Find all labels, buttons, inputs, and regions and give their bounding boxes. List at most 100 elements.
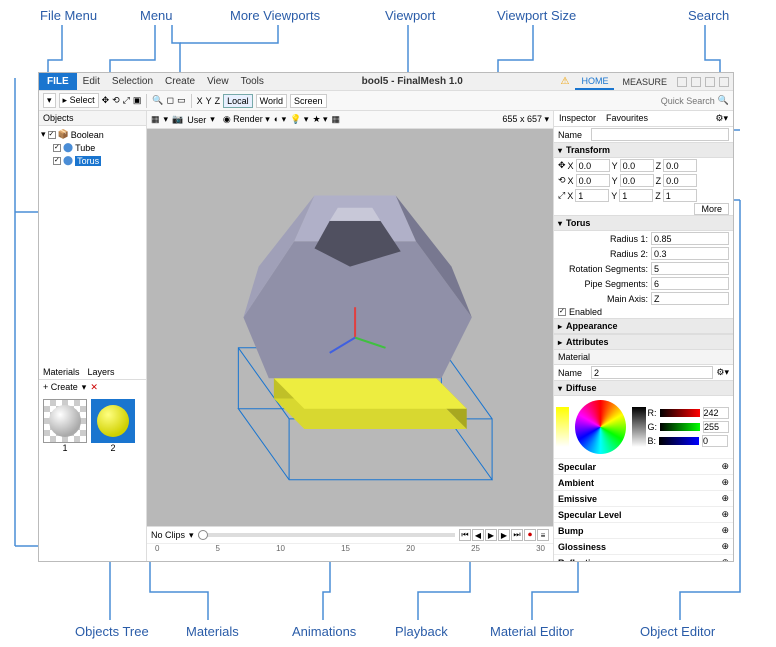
inspector-tab[interactable]: Inspector bbox=[554, 111, 601, 126]
reflection-section[interactable]: Reflection⊕ bbox=[554, 554, 733, 561]
search-input[interactable] bbox=[635, 96, 715, 106]
material-title: Material bbox=[554, 350, 733, 365]
enabled-checkbox[interactable] bbox=[558, 308, 566, 316]
axis-z-icon[interactable]: Z bbox=[215, 96, 221, 106]
pos-x[interactable] bbox=[576, 159, 610, 172]
torus-section[interactable]: ▾Torus bbox=[554, 215, 733, 231]
g-input[interactable] bbox=[703, 421, 729, 433]
delete-material-icon[interactable]: ✕ bbox=[90, 382, 98, 393]
tab-home[interactable]: HOME bbox=[575, 74, 614, 90]
pos-y[interactable] bbox=[620, 159, 654, 172]
rot-z[interactable] bbox=[663, 174, 697, 187]
axis-input[interactable] bbox=[651, 292, 729, 305]
pin-icon[interactable] bbox=[677, 77, 687, 87]
rot-y[interactable] bbox=[620, 174, 654, 187]
camera-icon[interactable]: 📷 bbox=[172, 114, 183, 125]
scl-x[interactable] bbox=[575, 189, 609, 202]
viewport-layout-icon[interactable]: ▦ bbox=[151, 114, 160, 125]
rotseg-input[interactable] bbox=[651, 262, 729, 275]
color-wheel[interactable] bbox=[575, 400, 626, 454]
menu-edit[interactable]: Edit bbox=[77, 76, 106, 87]
min-icon[interactable] bbox=[691, 77, 701, 87]
emissive-section[interactable]: Emissive⊕ bbox=[554, 490, 733, 506]
axis-y-icon[interactable]: Y bbox=[206, 96, 212, 106]
timeline-menu-icon[interactable]: ≡ bbox=[537, 529, 549, 541]
clips-label[interactable]: No Clips bbox=[151, 530, 185, 540]
ambient-section[interactable]: Ambient⊕ bbox=[554, 474, 733, 490]
bump-section[interactable]: Bump⊕ bbox=[554, 522, 733, 538]
viewport-menu-icon[interactable]: ▾ bbox=[164, 114, 169, 125]
user-view-button[interactable]: User bbox=[187, 115, 206, 125]
menu-selection[interactable]: Selection bbox=[106, 76, 159, 87]
object-name-input[interactable] bbox=[591, 128, 729, 141]
next-frame-icon[interactable]: ▶ bbox=[498, 529, 510, 541]
tab-measure[interactable]: MEASURE bbox=[616, 75, 673, 89]
zoom-fit-icon[interactable]: ◻ bbox=[167, 95, 174, 106]
layers-tab[interactable]: Layers bbox=[84, 365, 119, 379]
render-button[interactable]: ◉ Render ▾ bbox=[223, 114, 270, 125]
coord-world[interactable]: World bbox=[256, 94, 287, 108]
speclevel-section[interactable]: Specular Level⊕ bbox=[554, 506, 733, 522]
pipeseg-input[interactable] bbox=[651, 277, 729, 290]
b-input[interactable] bbox=[702, 435, 728, 447]
prev-frame-icon[interactable]: ◀ bbox=[472, 529, 484, 541]
file-menu[interactable]: FILE bbox=[39, 73, 77, 90]
timeline-ruler[interactable]: 051015202530 bbox=[147, 543, 553, 561]
glossiness-section[interactable]: Glossiness⊕ bbox=[554, 538, 733, 554]
scl-z[interactable] bbox=[663, 189, 697, 202]
transform-section[interactable]: ▾Transform bbox=[554, 142, 733, 158]
light-icon[interactable]: 💡 ▾ bbox=[290, 114, 308, 125]
appearance-section[interactable]: ▸Appearance bbox=[554, 318, 733, 334]
dropdown-icon[interactable]: ▾ bbox=[43, 93, 56, 108]
magnify-icon[interactable]: 🔍 bbox=[152, 95, 163, 106]
more-button[interactable]: More bbox=[694, 203, 729, 215]
radius1-input[interactable] bbox=[651, 232, 729, 245]
record-icon[interactable]: ⏺ bbox=[524, 529, 536, 541]
viewport[interactable] bbox=[147, 129, 553, 526]
goto-start-icon[interactable]: ⏮ bbox=[459, 529, 471, 541]
viewport-size: 655 x 657 ▾ bbox=[502, 114, 549, 125]
rot-x[interactable] bbox=[576, 174, 610, 187]
move-icon[interactable]: ✥ bbox=[102, 95, 110, 106]
specular-section[interactable]: Specular⊕ bbox=[554, 458, 733, 474]
menu-create[interactable]: Create bbox=[159, 76, 201, 87]
rotate-gizmo-icon[interactable]: ⟲ bbox=[558, 175, 566, 186]
gear-icon[interactable]: ⚙▾ bbox=[710, 111, 733, 126]
favourites-tab[interactable]: Favourites bbox=[601, 111, 653, 126]
r-input[interactable] bbox=[703, 407, 729, 419]
zoom-region-icon[interactable]: ▭ bbox=[177, 95, 186, 106]
shade-icon[interactable]: ◐ ▾ bbox=[274, 114, 286, 125]
goto-end-icon[interactable]: ⏭ bbox=[511, 529, 523, 541]
scale-icon[interactable]: ⤢ bbox=[123, 95, 130, 106]
menu-tools[interactable]: Tools bbox=[235, 76, 270, 87]
menu-view[interactable]: View bbox=[201, 76, 235, 87]
tool-icon[interactable]: ▣ bbox=[133, 95, 142, 106]
materials-tab[interactable]: Materials bbox=[39, 365, 84, 379]
select-button[interactable]: ▸ Select bbox=[59, 93, 99, 108]
objects-tree[interactable]: ▾📦Boolean ⬤Tube ⬤Torus bbox=[39, 126, 146, 169]
timeline-slider[interactable] bbox=[198, 533, 455, 537]
scale-gizmo-icon[interactable]: ⤢ bbox=[558, 190, 565, 201]
radius2-input[interactable] bbox=[651, 247, 729, 260]
max-icon[interactable] bbox=[705, 77, 715, 87]
coord-screen[interactable]: Screen bbox=[290, 94, 327, 108]
grid-icon[interactable]: ▦ bbox=[332, 114, 341, 125]
attributes-section[interactable]: ▸Attributes bbox=[554, 334, 733, 350]
material-1[interactable]: 1 bbox=[43, 399, 87, 453]
move-gizmo-icon[interactable]: ✥ bbox=[558, 160, 566, 171]
close-icon[interactable] bbox=[719, 77, 729, 87]
axis-x-icon[interactable]: X bbox=[197, 96, 203, 106]
menubar: FILE Edit Selection Create View Tools bo… bbox=[39, 73, 733, 91]
star-icon[interactable]: ★ ▾ bbox=[312, 114, 327, 125]
play-icon[interactable]: ▶ bbox=[485, 529, 497, 541]
scl-y[interactable] bbox=[619, 189, 653, 202]
rotate-icon[interactable]: ⟲ bbox=[112, 95, 120, 106]
diffuse-section[interactable]: ▾Diffuse bbox=[554, 380, 733, 396]
create-material-button[interactable]: + Create bbox=[43, 382, 78, 393]
search-icon[interactable]: 🔍 bbox=[718, 95, 729, 106]
material-name-input[interactable] bbox=[591, 366, 713, 379]
material-2[interactable]: 2 bbox=[91, 399, 135, 453]
gear-icon[interactable]: ⚙▾ bbox=[716, 367, 729, 378]
coord-local[interactable]: Local bbox=[223, 94, 253, 108]
pos-z[interactable] bbox=[663, 159, 697, 172]
